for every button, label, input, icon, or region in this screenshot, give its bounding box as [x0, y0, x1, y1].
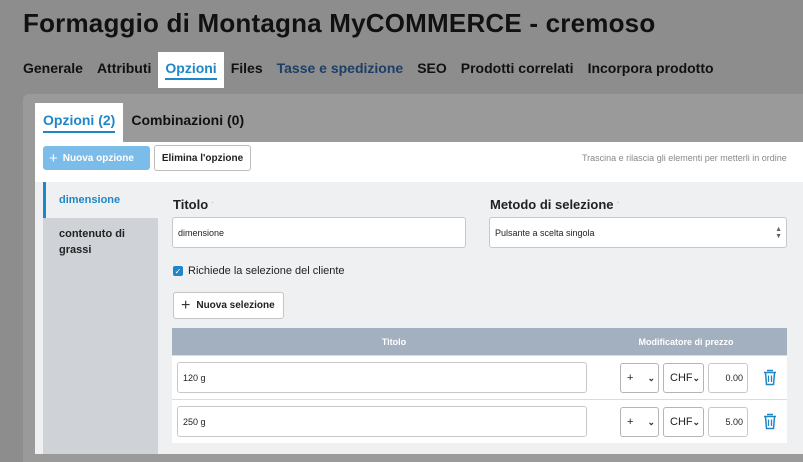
new-option-label: Nuova opzione [62, 152, 134, 164]
required-marker: · [616, 197, 620, 207]
table-row: 250 g + ⌄ CHF ⌄ 5.00 [172, 399, 787, 443]
tab-tasse-spedizione[interactable]: Tasse e spedizione [270, 52, 411, 88]
selections-table-body: 120 g + ⌄ CHF ⌄ 0.00 250 g + ⌄ CHF ⌄ 5.0… [172, 355, 787, 443]
trash-icon[interactable] [762, 368, 778, 386]
delete-option-button[interactable]: Elimina l'opzione [154, 145, 251, 171]
column-price-modifier: Modificatore di prezzo [638, 337, 734, 347]
selections-table-header: Titolo Modificatore di prezzo [172, 328, 787, 355]
sidebar-item-dimensione[interactable]: dimensione [43, 182, 158, 218]
price-input[interactable]: 5.00 [708, 407, 748, 437]
sign-select[interactable]: + ⌄ [620, 363, 659, 393]
page-title: Formaggio di Montagna MyCOMMERCE - cremo… [23, 8, 656, 38]
new-selection-button[interactable]: + Nuova selezione [173, 292, 284, 319]
chevron-down-icon: ⌄ [692, 417, 700, 428]
sidebar-item-contenuto-grassi[interactable]: contenuto di grassi [43, 226, 158, 258]
page-header: Formaggio di Montagna MyCOMMERCE - cremo… [0, 0, 803, 94]
currency-select[interactable]: CHF ⌄ [663, 407, 704, 437]
currency-value: CHF [670, 416, 693, 428]
main-tabs: Generale Attributi Opzioni Files Tasse e… [16, 52, 721, 88]
tab-opzioni-label: Opzioni [165, 60, 217, 80]
subtab-opzioni-label: Opzioni (2) [43, 112, 116, 133]
chevron-down-icon: ⌄ [647, 373, 655, 383]
require-selection-label: Richiede la selezione del cliente [188, 265, 345, 277]
tab-prodotti-correlati[interactable]: Prodotti correlati [454, 52, 581, 88]
require-selection-checkbox[interactable]: ✓ [173, 266, 183, 276]
trash-icon[interactable] [762, 412, 778, 430]
plus-icon: + [181, 296, 191, 314]
selection-title-input[interactable]: 250 g [177, 406, 587, 437]
new-option-button[interactable]: + Nuova opzione [43, 146, 150, 170]
select-arrows-icon: ▲ ▼ [775, 226, 782, 240]
sub-tabs: Opzioni (2) Combinazioni (0) [35, 103, 252, 143]
table-row: 120 g + ⌄ CHF ⌄ 0.00 [172, 355, 787, 399]
tab-attributi[interactable]: Attributi [90, 52, 158, 88]
require-selection-row: ✓ Richiede la selezione del cliente [173, 265, 345, 277]
method-label-text: Metodo di selezione [490, 197, 614, 212]
tab-generale[interactable]: Generale [16, 52, 90, 88]
subtab-combinazioni[interactable]: Combinazioni (0) [123, 103, 252, 143]
chevron-down-icon: ⌄ [692, 373, 700, 384]
option-sidebar: dimensione contenuto di grassi [43, 182, 158, 454]
sign-select[interactable]: + ⌄ [620, 407, 659, 437]
currency-value: CHF [670, 372, 693, 384]
tab-seo[interactable]: SEO [410, 52, 454, 88]
tab-files[interactable]: Files [224, 52, 270, 88]
options-content: + Nuova opzione Elimina l'opzione Trasci… [35, 142, 803, 454]
new-selection-label: Nuova selezione [196, 300, 275, 311]
sign-value: + [627, 416, 634, 428]
required-marker: · [211, 197, 215, 207]
drag-hint: Trascina e rilascia gli elementi per met… [582, 153, 787, 163]
title-field-label: Titolo · [173, 197, 214, 212]
title-label-text: Titolo [173, 197, 209, 212]
sign-value: + [627, 372, 634, 384]
options-toolbar: + Nuova opzione Elimina l'opzione Trasci… [35, 142, 803, 184]
currency-select[interactable]: CHF ⌄ [663, 363, 704, 393]
selection-title-input[interactable]: 120 g [177, 362, 587, 393]
column-title: Titolo [381, 337, 407, 347]
method-field-label: Metodo di selezione · [490, 197, 620, 212]
price-input[interactable]: 0.00 [708, 363, 748, 393]
tab-incorpora-prodotto[interactable]: Incorpora prodotto [581, 52, 721, 88]
tab-opzioni[interactable]: Opzioni [158, 52, 224, 88]
title-input[interactable]: dimensione [172, 217, 466, 248]
chevron-down-icon: ⌄ [647, 417, 655, 427]
selection-method-select[interactable]: Pulsante a scelta singola ▲ ▼ [489, 217, 787, 248]
selection-method-value: Pulsante a scelta singola [495, 227, 595, 238]
plus-icon: + [49, 149, 58, 167]
subtab-opzioni[interactable]: Opzioni (2) [35, 103, 124, 143]
